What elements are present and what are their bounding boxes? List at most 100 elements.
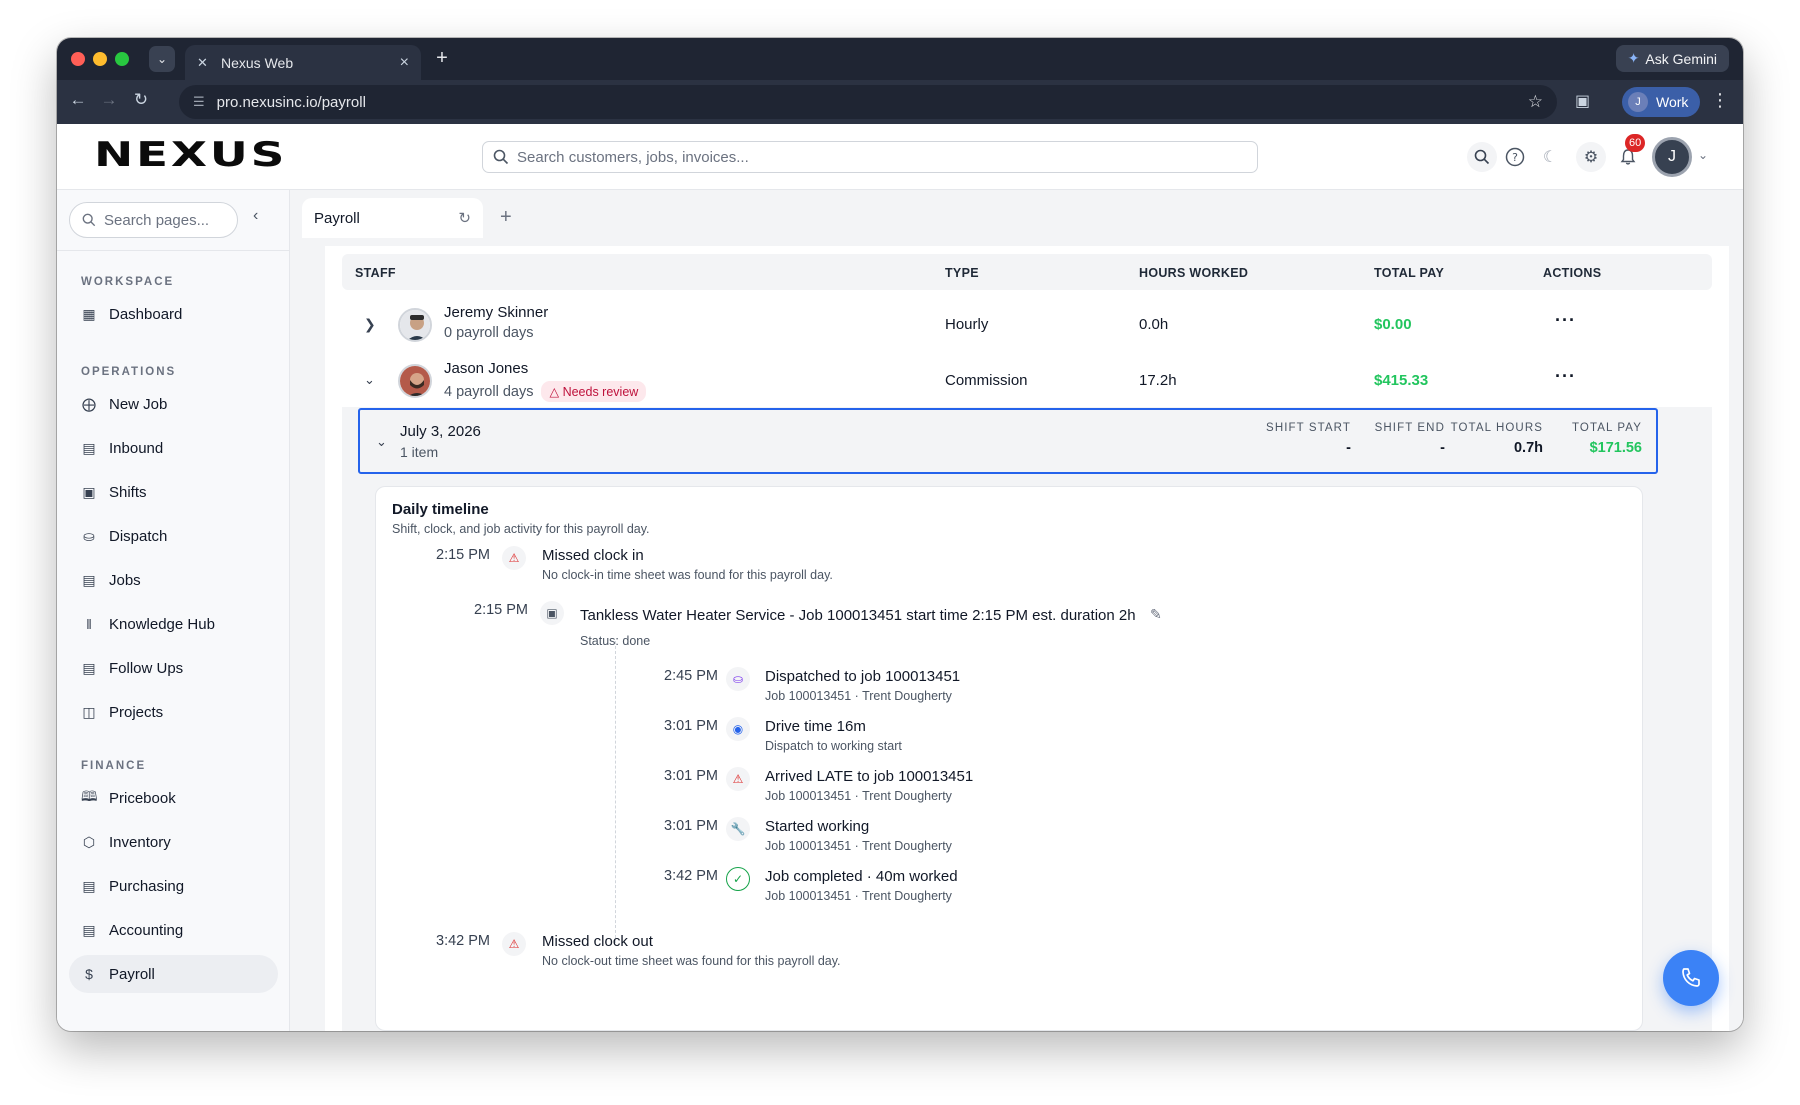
settings-button[interactable]: ⚙ <box>1576 142 1606 172</box>
search-icon <box>1474 149 1490 165</box>
nexus-logo[interactable]: NEXUS <box>94 135 287 175</box>
help-button[interactable]: ? <box>1500 142 1530 172</box>
back-arrow-icon[interactable]: ← <box>66 90 90 110</box>
search-icon <box>82 213 96 227</box>
extensions-icon[interactable]: ▣ <box>1575 91 1590 111</box>
collapse-sidebar-chevron-icon[interactable]: ‹ <box>253 207 258 225</box>
sidebar-item-inventory[interactable]: ⬡ Inventory <box>69 823 278 861</box>
column-total-pay: TOTAL PAY <box>1374 266 1445 280</box>
sidebar-item-shifts[interactable]: ▣ Shifts <box>69 473 278 511</box>
sidebar-item-label: Follow Ups <box>109 659 184 677</box>
sidebar-item-purchasing[interactable]: ▤ Purchasing <box>69 867 278 905</box>
add-tab-button[interactable]: + <box>500 206 512 229</box>
staff-type: Commission <box>945 372 1028 389</box>
sidebar-item-new-job[interactable]: ⨁ New Job <box>69 385 278 423</box>
app-header: NEXUS Search customers, jobs, invoices..… <box>57 124 1743 190</box>
expanded-payroll-details: ⌄ July 3, 2026 1 item SHIFT START - SHIF… <box>342 407 1712 1031</box>
event-subtitle: Job 100013451 · Trent Dougherty <box>765 789 952 803</box>
close-window-button[interactable] <box>71 52 85 66</box>
sidebar-item-dashboard[interactable]: ▦ Dashboard <box>69 295 278 333</box>
section-label-operations: OPERATIONS <box>81 366 177 378</box>
sidebar-item-label: Pricebook <box>109 789 176 807</box>
browser-toolbar: ← → ↻ ☰ pro.nexusinc.io/payroll ☆ ▣ J Wo… <box>57 80 1743 124</box>
sidebar-item-label: Purchasing <box>109 877 185 895</box>
warning-triangle-icon: △ <box>549 385 560 399</box>
refresh-icon[interactable]: ↻ <box>458 209 471 227</box>
tab-search-button[interactable]: ⌄ <box>149 46 175 72</box>
payroll-days-text: 4 payroll days <box>444 383 534 400</box>
collapse-chevron-down-icon[interactable]: ⌄ <box>376 434 387 450</box>
page-search-input[interactable]: Search pages... <box>69 202 238 238</box>
payroll-panel: STAFF TYPE HOURS WORKED TOTAL PAY ACTION… <box>325 246 1729 1031</box>
payroll-day-header[interactable]: ⌄ July 3, 2026 1 item SHIFT START - SHIF… <box>358 408 1658 474</box>
table-row[interactable]: ⌄ Jason Jones 4 payroll days △ Needs rev… <box>342 354 1712 410</box>
truck-icon: ⛀ <box>726 667 750 691</box>
alert-triangle-icon: ⚠ <box>502 546 526 570</box>
total-pay-label: TOTAL PAY <box>1572 422 1642 434</box>
sidebar-item-accounting[interactable]: ▤ Accounting <box>69 911 278 949</box>
alert-triangle-icon: ⚠ <box>502 932 526 956</box>
event-subtitle: Job 100013451 · Trent Dougherty <box>765 889 952 903</box>
timeline-connector-line <box>615 641 616 943</box>
notifications-button[interactable]: 60 <box>1613 134 1646 172</box>
event-title: Job completed · 40m worked <box>765 868 958 885</box>
job-title[interactable]: Tankless Water Heater Service - Job 1000… <box>580 607 1136 624</box>
event-time: 3:42 PM <box>664 868 718 884</box>
site-info-icon[interactable]: ☰ <box>193 94 205 110</box>
sidebar-item-pricebook[interactable]: 🕮 Pricebook <box>69 779 278 817</box>
event-subtitle: No clock-in time sheet was found for thi… <box>542 568 833 582</box>
event-title: Started working <box>765 818 870 835</box>
browser-tab[interactable]: ✕ Nexus Web × <box>185 45 421 80</box>
column-staff: STAFF <box>355 266 396 280</box>
payroll-days: 4 payroll days △ Needs review <box>444 381 647 402</box>
forward-arrow-icon[interactable]: → <box>97 90 121 110</box>
nexus-favicon-icon: ✕ <box>197 54 208 70</box>
user-menu-chevron-icon[interactable]: ⌄ <box>1698 148 1708 162</box>
payroll-table-header: STAFF TYPE HOURS WORKED TOTAL PAY ACTION… <box>342 254 1712 290</box>
ask-gemini-button[interactable]: ✦ Ask Gemini <box>1615 45 1729 72</box>
timeline-title: Daily timeline <box>392 501 489 518</box>
shift-end-label: SHIFT END <box>1374 422 1445 434</box>
expand-chevron-right-icon[interactable]: ❯ <box>364 316 376 333</box>
notification-count-badge: 60 <box>1625 134 1646 152</box>
sidebar-item-knowledge-hub[interactable]: ‖ Knowledge Hub <box>69 605 278 643</box>
profile-avatar: J <box>1628 92 1648 112</box>
expand-chevron-down-icon[interactable]: ⌄ <box>364 372 375 388</box>
sidebar-item-follow-ups[interactable]: ▤ Follow Ups <box>69 649 278 687</box>
total-pay: $0.00 <box>1374 316 1412 333</box>
ask-gemini-label: Ask Gemini <box>1645 50 1717 67</box>
dark-mode-button[interactable]: ☾ <box>1535 142 1565 172</box>
global-search-input[interactable]: Search customers, jobs, invoices... <box>482 141 1258 173</box>
bookmark-star-icon[interactable]: ☆ <box>1528 92 1543 112</box>
sidebar-item-label: Accounting <box>109 921 184 939</box>
total-hours-value: 0.7h <box>1513 440 1543 456</box>
call-button[interactable] <box>1663 950 1719 1006</box>
table-row[interactable]: ❯ Jeremy Skinner 0 payroll days Hourly 0… <box>342 298 1712 354</box>
address-bar[interactable]: ☰ pro.nexusinc.io/payroll ☆ <box>179 85 1557 119</box>
section-label-workspace: WORKSPACE <box>81 276 175 288</box>
sidebar-item-label: Jobs <box>109 571 141 589</box>
sidebar-item-jobs[interactable]: ▤ Jobs <box>69 561 278 599</box>
sidebar-item-projects[interactable]: ◫ Projects <box>69 693 278 731</box>
sidebar-item-inbound[interactable]: ▤ Inbound <box>69 429 278 467</box>
staff-name: Jeremy Skinner <box>444 304 549 321</box>
column-type: TYPE <box>945 266 979 280</box>
reload-icon[interactable]: ↻ <box>129 90 153 110</box>
close-tab-icon[interactable]: × <box>400 54 409 72</box>
minimize-window-button[interactable] <box>93 52 107 66</box>
tab-payroll[interactable]: Payroll ↻ <box>302 198 483 238</box>
row-actions-ellipsis-icon[interactable]: ··· <box>1555 366 1576 387</box>
sidebar-item-dispatch[interactable]: ⛀ Dispatch <box>69 517 278 555</box>
sidebar-item-payroll[interactable]: $ Payroll <box>69 955 278 993</box>
column-actions: ACTIONS <box>1543 266 1602 280</box>
search-button[interactable] <box>1467 142 1497 172</box>
event-time: 2:45 PM <box>664 668 718 684</box>
new-tab-button[interactable]: + <box>429 47 455 70</box>
maximize-window-button[interactable] <box>115 52 129 66</box>
user-avatar[interactable]: J <box>1652 137 1692 177</box>
calendar-icon: ▣ <box>82 483 96 500</box>
row-actions-ellipsis-icon[interactable]: ··· <box>1555 310 1576 331</box>
browser-menu-icon[interactable]: ⋮ <box>1711 90 1729 111</box>
edit-pencil-icon[interactable]: ✎ <box>1150 606 1162 623</box>
profile-button[interactable]: J Work <box>1622 87 1701 117</box>
